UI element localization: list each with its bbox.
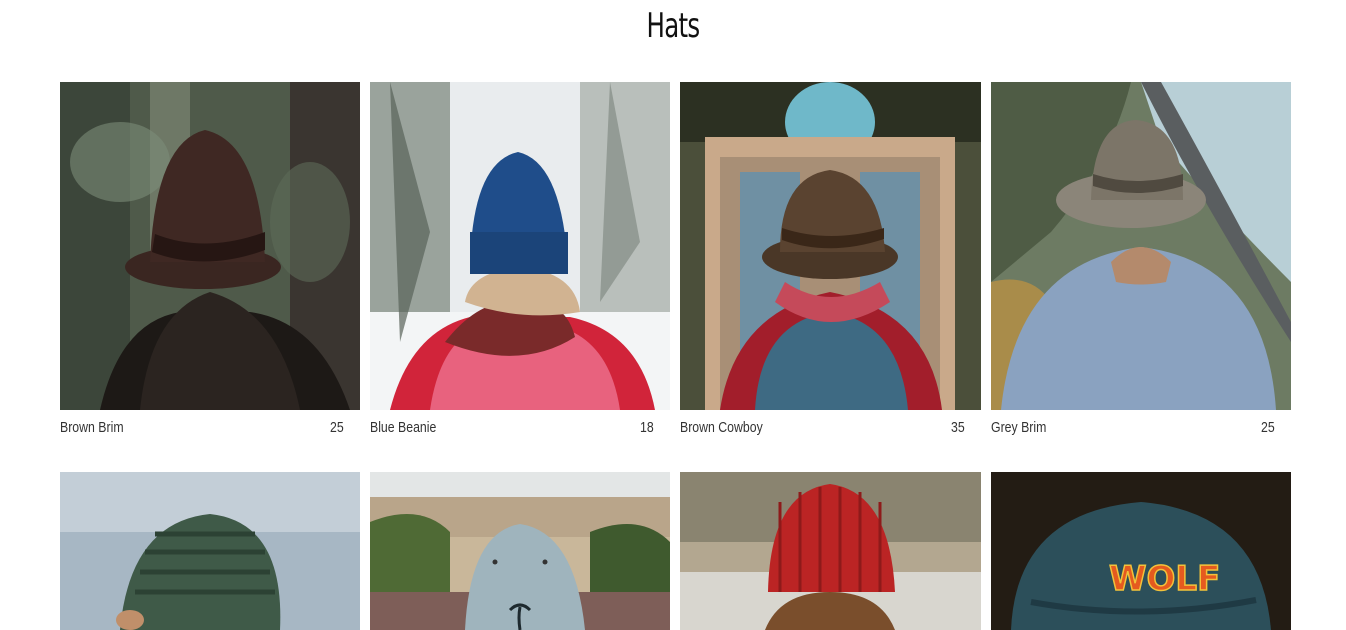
brown-cowboy-image (680, 82, 981, 410)
product-price: 35 (951, 418, 965, 436)
product-price: 18 (640, 418, 654, 436)
product-card-blue-beanie[interactable]: Blue Beanie 18 (370, 82, 670, 472)
product-caption: Brown Cowboy 35 (680, 410, 981, 444)
wolf-cap-image: WOLF (991, 472, 1291, 630)
product-image[interactable] (680, 82, 981, 410)
product-name: Brown Cowboy (680, 418, 763, 436)
product-image[interactable] (60, 472, 360, 630)
product-card-brown-cowboy[interactable]: Brown Cowboy 35 (680, 82, 981, 472)
green-beanie-image (60, 472, 360, 630)
product-name: Blue Beanie (370, 418, 437, 436)
product-price: 25 (1261, 418, 1275, 436)
product-card-brown-brim[interactable]: Brown Brim 25 (60, 82, 360, 472)
product-name: Grey Brim (991, 418, 1047, 436)
product-caption: Grey Brim 25 (991, 410, 1291, 444)
product-caption: Brown Brim 25 (60, 410, 360, 444)
product-image[interactable] (680, 472, 981, 630)
product-card-wolf-cap[interactable]: WOLF (991, 472, 1291, 630)
product-image[interactable] (991, 82, 1291, 410)
product-card-red-beanie[interactable] (680, 472, 981, 630)
product-name: Brown Brim (60, 418, 124, 436)
product-image[interactable]: WOLF (991, 472, 1291, 630)
wolf-logo-text: WOLF (1109, 559, 1220, 599)
shop-page: Hats Brown Brim 25 Blue Beanie 18 Brown … (0, 0, 1346, 630)
grey-brim-image (991, 82, 1291, 410)
blue-beanie-image (370, 82, 670, 410)
product-caption: Blue Beanie 18 (370, 410, 670, 444)
page-title: Hats (646, 6, 701, 46)
product-card-palm-tree-cap[interactable] (370, 472, 670, 630)
product-image[interactable] (370, 472, 670, 630)
product-card-green-beanie[interactable] (60, 472, 360, 630)
product-image[interactable] (370, 82, 670, 410)
brown-brim-image (60, 82, 360, 410)
red-beanie-image (680, 472, 981, 630)
product-card-grey-brim[interactable]: Grey Brim 25 (991, 82, 1291, 472)
product-image[interactable] (60, 82, 360, 410)
palm-tree-cap-image (370, 472, 670, 630)
product-grid: Brown Brim 25 Blue Beanie 18 Brown Cowbo… (60, 82, 1292, 630)
product-price: 25 (330, 418, 344, 436)
